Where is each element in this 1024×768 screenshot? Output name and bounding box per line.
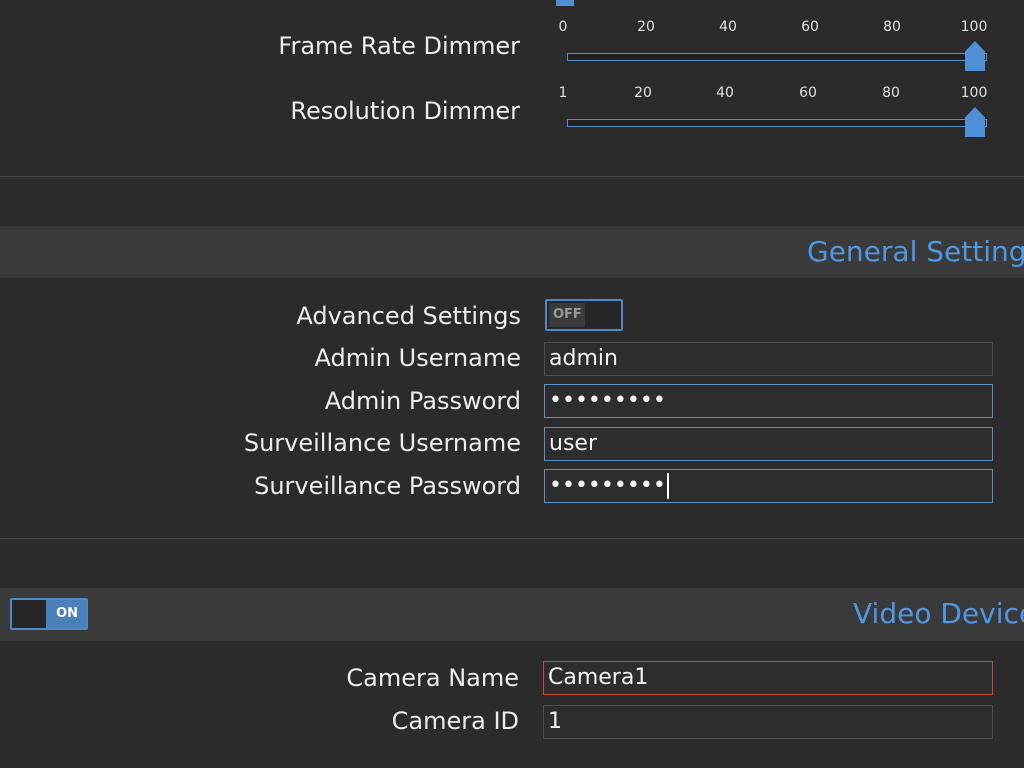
surveillance-password-label: Surveillance Password <box>254 472 521 500</box>
tick-label: 40 <box>716 85 734 101</box>
frame-rate-dimmer-track[interactable] <box>567 53 987 61</box>
frame-rate-dimmer-label: Frame Rate Dimmer <box>278 32 520 60</box>
camera-id-label: Camera ID <box>391 707 519 735</box>
tick-label: 20 <box>634 85 652 101</box>
surveillance-username-label: Surveillance Username <box>243 429 521 457</box>
surveillance-username-field[interactable]: user <box>544 427 993 461</box>
video-device-header: ON Video Device <box>0 588 1024 641</box>
camera-name-field[interactable]: Camera1 <box>543 661 993 695</box>
resolution-dimmer-track[interactable] <box>567 119 987 127</box>
general-settings-title: General Settings <box>807 235 1024 268</box>
section-divider <box>0 176 1024 177</box>
frame-rate-dimmer-thumb[interactable] <box>965 41 985 71</box>
surveillance-password-value: ••••••••• <box>549 473 666 498</box>
tick-label: 20 <box>637 19 655 35</box>
admin-username-label: Admin Username <box>314 344 521 372</box>
tick-label: 80 <box>883 19 901 35</box>
admin-password-label: Admin Password <box>324 387 521 415</box>
advanced-settings-toggle[interactable]: OFF <box>545 299 623 331</box>
tick-label: 100 <box>960 19 988 35</box>
video-device-toggle[interactable]: ON <box>10 598 88 630</box>
advanced-settings-label: Advanced Settings <box>296 302 521 330</box>
tick-label: 80 <box>882 85 900 101</box>
toggle-state: OFF <box>553 307 582 322</box>
tick-label: 100 <box>960 85 988 101</box>
tick-label: 60 <box>799 85 817 101</box>
surveillance-password-field[interactable]: ••••••••• <box>544 469 993 503</box>
general-settings-header: General Settings <box>0 226 1024 278</box>
admin-username-field[interactable]: admin <box>544 342 993 376</box>
camera-name-label: Camera Name <box>346 664 519 692</box>
toggle-state: ON <box>56 606 78 621</box>
tick-label: 40 <box>719 19 737 35</box>
section-divider <box>0 538 1024 539</box>
resolution-dimmer-thumb[interactable] <box>965 107 985 137</box>
video-device-title: Video Device <box>853 597 1024 630</box>
slider-thumb-partial[interactable] <box>556 0 574 6</box>
tick-label: 1 <box>558 85 568 101</box>
tick-label: 0 <box>558 19 568 35</box>
camera-id-field[interactable]: 1 <box>543 705 993 739</box>
text-caret <box>666 473 669 499</box>
admin-password-field[interactable]: ••••••••• <box>544 384 993 418</box>
tick-label: 60 <box>801 19 819 35</box>
resolution-dimmer-label: Resolution Dimmer <box>290 97 520 125</box>
